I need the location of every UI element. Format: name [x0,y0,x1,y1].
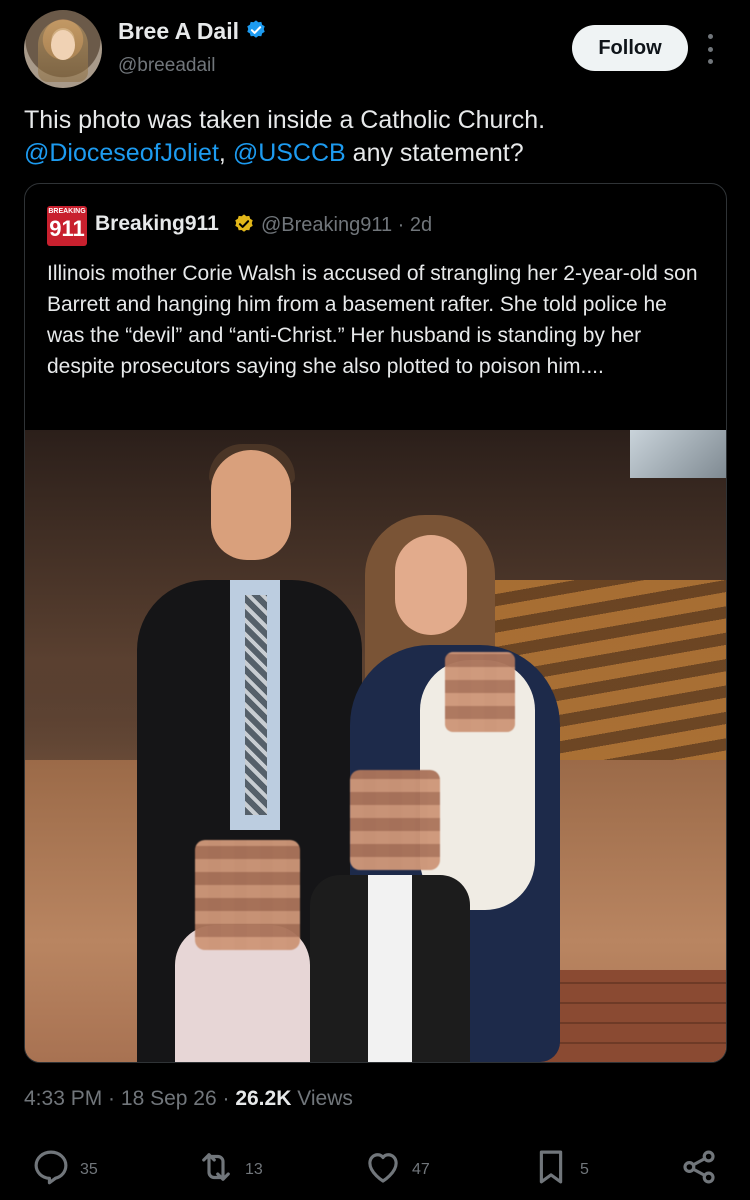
blurred-face-boy [350,770,440,870]
repost-count: 13 [245,1160,263,1178]
tweet-text-tail: any statement? [345,139,524,167]
reply-icon [30,1146,72,1193]
heart-icon [362,1146,404,1193]
bookmark-button[interactable]: 5 [530,1146,589,1193]
views-count: 26.2K [235,1087,292,1110]
logo-big-text: 911 [49,216,85,241]
views-label: Views [297,1087,353,1110]
reply-button[interactable]: 35 [30,1146,98,1193]
quoted-tweet-card[interactable]: BREAKING 911 Breaking911 @Breaking911 · … [24,183,727,1063]
like-button[interactable]: 47 [362,1146,430,1193]
share-button[interactable] [678,1146,720,1193]
author-name-row[interactable]: Bree A Dail [118,18,267,47]
mention-dioceseofjoliet[interactable]: @DioceseofJoliet [24,139,219,167]
more-options-icon[interactable] [704,34,716,64]
quoted-author-name[interactable]: Breaking911 [95,212,219,236]
blurred-face-baby [445,652,515,732]
quoted-handle-time[interactable]: @Breaking911 · 2d [261,214,432,237]
reply-count: 35 [80,1160,98,1178]
tweet-time[interactable]: 4:33 PM [24,1087,102,1110]
author-handle[interactable]: @breeadail [118,55,215,77]
author-avatar[interactable] [24,10,102,88]
breaking911-logo[interactable]: BREAKING 911 [47,206,87,246]
action-bar: 35 13 47 5 [0,1146,750,1196]
bookmark-icon [530,1146,572,1193]
gold-verified-badge-icon [233,213,255,240]
tweet-date[interactable]: 18 Sep 26 [121,1087,217,1110]
verified-badge-icon [245,19,267,47]
author-name[interactable]: Bree A Dail [118,18,239,44]
share-icon [678,1146,720,1193]
follow-button[interactable]: Follow [572,25,688,71]
logo-small-text: BREAKING [48,208,86,215]
tweet-text-separator: , [218,139,233,167]
tweet-text-line1: This photo was taken inside a Catholic C… [24,106,546,134]
tweet-meta: 4:33 PM · 18 Sep 26 · 26.2K Views [24,1087,353,1110]
blurred-face-girl [195,840,300,950]
like-count: 47 [412,1160,430,1178]
repost-button[interactable]: 13 [195,1146,263,1193]
bookmark-count: 5 [580,1160,589,1178]
tweet-text: This photo was taken inside a Catholic C… [24,104,724,170]
repost-icon [195,1146,237,1193]
mention-usccb[interactable]: @USCCB [233,139,346,167]
quoted-tweet-photo[interactable] [25,430,726,1062]
quoted-tweet-text: Illinois mother Corie Walsh is accused o… [47,262,698,378]
